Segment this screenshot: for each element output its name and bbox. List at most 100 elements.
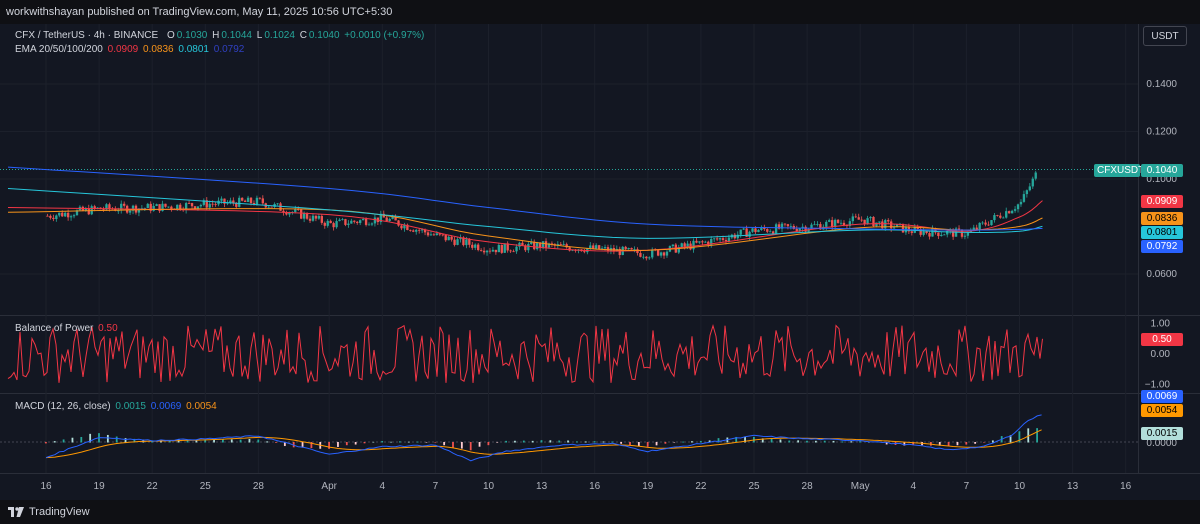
x-tick-label: 22: [695, 481, 707, 492]
x-tick-label: 25: [200, 481, 212, 492]
candle-body: [364, 218, 368, 225]
macd-histogram-bar: [699, 440, 702, 443]
candle-body: [373, 217, 377, 224]
candle: [922, 228, 925, 237]
candle: [1022, 190, 1026, 203]
macd-histogram-bar: [514, 440, 516, 443]
candle-body: [922, 231, 925, 235]
bop-tick-label: 0.00: [1151, 349, 1171, 360]
candle: [426, 230, 430, 237]
close-label: C: [299, 30, 307, 41]
candle: [760, 225, 763, 231]
high-label: H: [212, 30, 220, 41]
candle-body: [692, 240, 695, 250]
candle-body: [308, 218, 312, 221]
candle: [491, 246, 495, 252]
candle-body: [128, 210, 132, 213]
chart-area[interactable]: 16 19 22 25 28 Apr 4 7 10 13 16 19 22 25 28 May 4 7 10 13 16…: [0, 24, 1200, 500]
candle: [453, 236, 456, 247]
chart-canvas[interactable]: 16 19 22 25 28 Apr 4 7 10 13 16 19 22 25 28 May 4 7 10 13 16…: [0, 24, 1200, 500]
candle-body: [984, 222, 987, 225]
candle-body: [152, 205, 155, 211]
symbol-legend: CFX / TetherUS · 4h · BINANCE O 0.1030 H0…: [15, 30, 426, 41]
candle: [285, 210, 288, 216]
candle: [780, 221, 784, 233]
candle: [317, 213, 321, 220]
candle: [854, 213, 857, 219]
x-tick-label: 25: [748, 481, 760, 492]
price-pane: [7, 166, 1043, 261]
candle-body: [491, 249, 495, 252]
candle: [120, 200, 123, 214]
candle: [710, 236, 713, 248]
candle-body: [1016, 204, 1020, 210]
macd-title: MACD (12, 26, close): [15, 401, 111, 412]
candle: [170, 205, 173, 212]
candle-body: [397, 220, 400, 226]
candle-body: [648, 257, 651, 259]
candle: [677, 244, 680, 255]
candle: [46, 213, 49, 217]
candle: [90, 204, 93, 216]
candle-body: [825, 221, 828, 227]
candle: [583, 249, 586, 254]
candle-body: [211, 203, 214, 205]
candle-body: [444, 235, 447, 241]
bop-title: Balance of Power: [15, 323, 94, 334]
candle-body: [928, 233, 931, 237]
candle-body: [683, 243, 686, 247]
candle-body: [1031, 178, 1034, 187]
candle-body: [724, 240, 728, 242]
macd-histogram-bar: [788, 440, 791, 443]
tradingview-logo[interactable]: TradingView: [8, 500, 90, 524]
candle-body: [61, 212, 64, 217]
candle-body: [533, 241, 536, 250]
candle: [308, 215, 312, 223]
candle-body: [388, 218, 391, 221]
candle-body: [851, 216, 854, 222]
macd-histogram-bar: [275, 442, 277, 443]
macd-histogram-bar: [983, 442, 985, 443]
macd-histogram-bar: [779, 439, 782, 443]
candle: [645, 256, 648, 261]
currency-button[interactable]: USDT: [1143, 26, 1187, 46]
macd-histogram-bar: [434, 442, 437, 443]
candle-body: [866, 218, 869, 225]
candle-body: [429, 234, 433, 236]
candle-body: [359, 220, 362, 223]
candle-body: [267, 206, 270, 208]
macd-histogram-bar: [257, 439, 260, 443]
candle: [326, 218, 329, 228]
candle-body: [353, 220, 356, 222]
candle-body: [441, 234, 444, 236]
high-value: 0.1044: [221, 30, 252, 41]
candle-body: [769, 231, 772, 233]
x-tick-label: 19: [94, 481, 106, 492]
macd-histogram-bar: [505, 440, 507, 443]
ema20-tag: 0.0909: [1141, 195, 1183, 208]
macd-histogram-bar: [460, 442, 463, 449]
candle-body: [326, 220, 329, 226]
candle: [388, 217, 391, 223]
candle: [789, 223, 793, 230]
candle-body: [193, 206, 197, 209]
candle: [152, 202, 155, 212]
candle-body: [49, 215, 52, 218]
candle: [382, 210, 385, 218]
candle-body: [361, 218, 365, 221]
candle: [367, 222, 371, 226]
candle-body: [447, 236, 450, 241]
candle-body: [488, 250, 492, 252]
candle: [232, 197, 235, 206]
x-tick-label: 4: [911, 481, 917, 492]
candle-body: [715, 238, 719, 240]
candle: [990, 220, 993, 226]
candle: [261, 195, 264, 206]
macd-pane: [0, 414, 1138, 462]
bop-line: [7, 324, 1043, 384]
candle-body: [999, 215, 1002, 218]
candle: [435, 230, 439, 236]
candle: [524, 244, 527, 253]
candle: [344, 218, 347, 227]
x-tick-label: 19: [642, 481, 654, 492]
